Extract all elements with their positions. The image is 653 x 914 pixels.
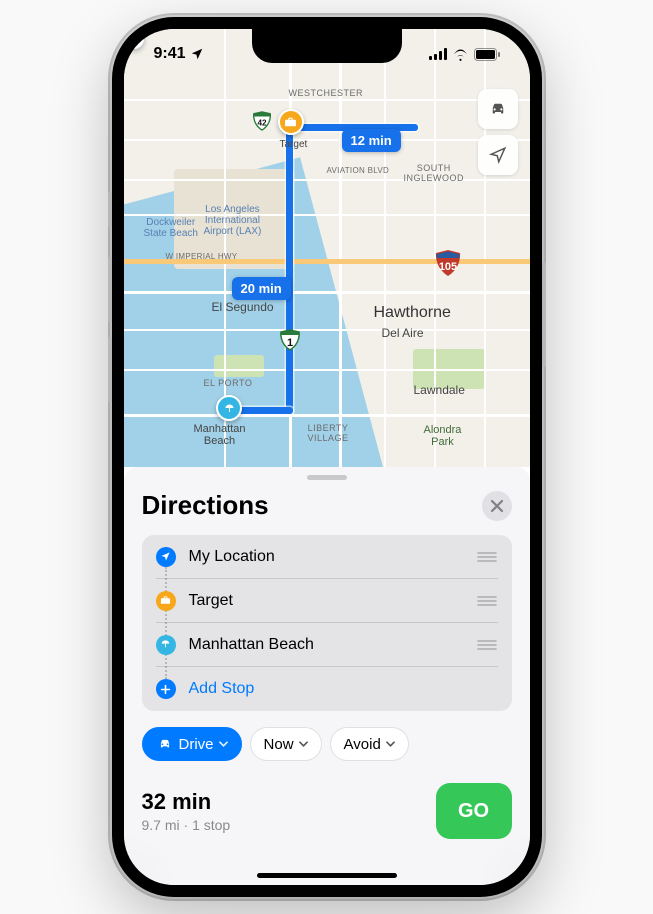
stop-connector-line [165,567,167,679]
add-stop-button[interactable]: Add Stop [156,667,498,711]
drive-mode-chip[interactable]: Drive [142,727,242,761]
umbrella-icon [160,639,171,650]
time-chip[interactable]: Now [250,727,322,761]
drag-handle-icon[interactable] [476,551,498,563]
home-indicator[interactable] [257,873,397,878]
location-services-icon [190,47,204,61]
route-segment [286,124,293,414]
map-label-road: AVIATION BLVD [327,167,390,176]
chip-label: Avoid [344,736,381,753]
close-button[interactable] [482,491,512,521]
silent-switch [108,192,112,227]
map-label: Manhattan Beach [194,423,246,447]
battery-icon [474,48,500,61]
avoid-chip[interactable]: Avoid [330,727,409,761]
volume-up-button [108,257,112,322]
map-label: Lawndale [414,384,465,397]
eta-detail: 9.7 mi · 1 stop [142,817,231,833]
svg-text:42: 42 [257,119,267,128]
interstate-105-shield: 105 [434,249,462,277]
power-button [542,262,546,367]
map-label-park: Alondra Park [424,424,462,448]
map[interactable]: 12 min 20 min WESTCHESTER Target SOUTH I… [124,29,530,467]
route-time-label[interactable]: 12 min [342,129,401,152]
location-arrow-icon [160,551,171,562]
stop-target[interactable]: Target [156,579,498,623]
briefcase-icon [160,595,171,606]
map-label-road: W IMPERIAL HWY [166,253,238,262]
map-label: Del Aire [382,327,424,340]
target-pin[interactable] [278,109,304,135]
map-label-dockweiler: Dockweiler State Beach [144,217,198,239]
volume-down-button [108,337,112,402]
locate-me-button[interactable] [478,135,518,175]
wifi-icon [452,48,469,61]
svg-text:105: 105 [438,261,456,273]
go-button[interactable]: GO [436,783,512,839]
map-label: LIBERTY VILLAGE [308,424,349,444]
chevron-down-icon [299,741,308,747]
map-label: SOUTH INGLEWOOD [404,164,465,184]
status-time: 9:41 [154,45,186,63]
chip-label: Now [264,736,294,753]
map-label: El Segundo [212,301,274,314]
stops-list: My Location Target [142,535,512,711]
chevron-down-icon [386,741,395,747]
stop-label: Target [189,592,476,610]
map-label-lax: Los Angeles International Airport (LAX) [204,204,262,237]
car-icon [156,737,174,751]
map-label: EL PORTO [204,379,253,389]
state-route-42-shield: 42 [252,111,272,136]
sheet-title: Directions [142,490,269,521]
mode-row: Drive Now Avoid [142,727,512,761]
transport-mode-button[interactable] [478,89,518,129]
map-label: Hawthorne [374,304,451,322]
stop-my-location[interactable]: My Location [156,535,498,579]
add-stop-label: Add Stop [189,680,498,698]
chip-label: Drive [179,736,214,753]
drag-handle-icon[interactable] [476,595,498,607]
stop-manhattan-beach[interactable]: Manhattan Beach [156,623,498,667]
close-icon [490,499,504,513]
route-time-label[interactable]: 20 min [232,277,291,300]
notch [252,29,402,63]
directions-sheet[interactable]: Directions My Location [124,467,530,885]
plus-icon [160,684,171,695]
chevron-down-icon [219,741,228,747]
stop-label: Manhattan Beach [189,636,476,654]
map-label: Target [280,139,308,150]
cellular-icon [429,48,447,60]
drag-handle-icon[interactable] [476,639,498,651]
sheet-footer: 32 min 9.7 mi · 1 stop GO [142,783,512,873]
eta-time: 32 min [142,789,231,815]
beach-pin[interactable] [216,395,242,421]
svg-text:1: 1 [286,337,292,349]
map-label: WESTCHESTER [289,89,364,99]
phone-frame: 9:41 [112,17,542,897]
state-route-1-shield: 1 [279,329,301,351]
go-label: GO [458,800,489,823]
stop-label: My Location [189,548,476,566]
sheet-grabber[interactable] [307,475,347,480]
screen: 9:41 [124,29,530,885]
